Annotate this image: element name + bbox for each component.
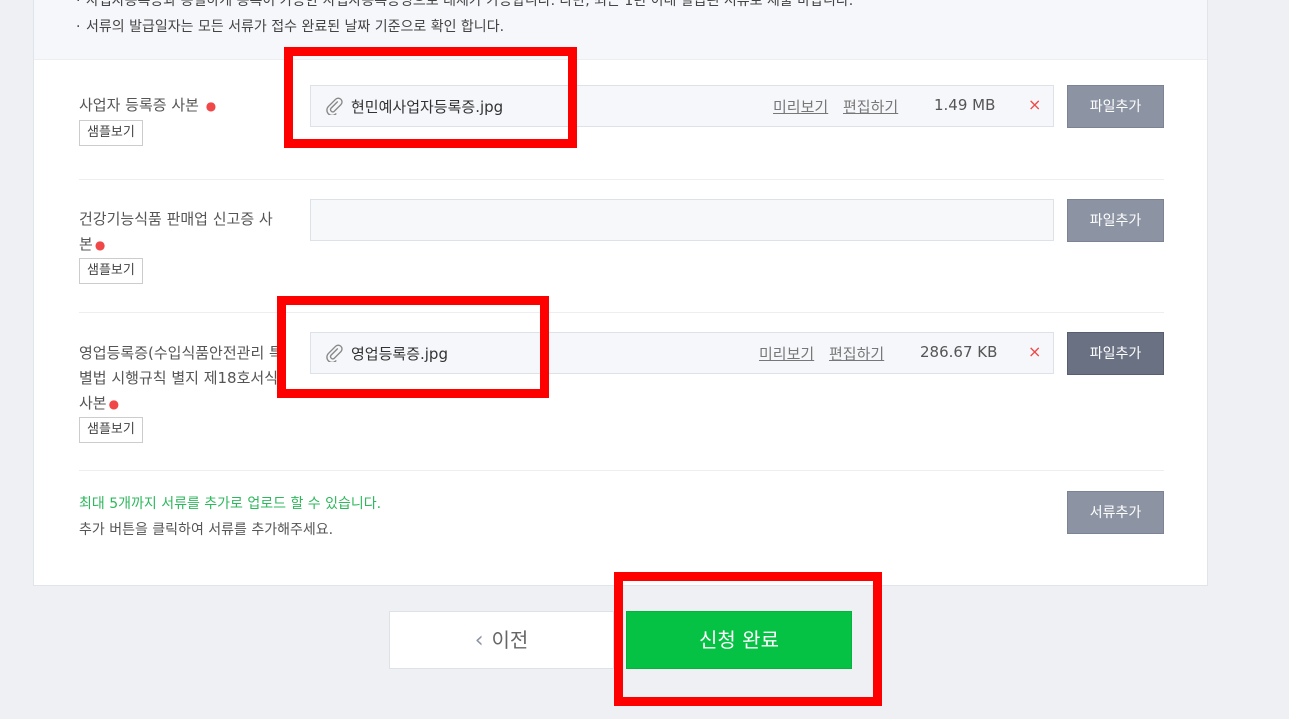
required-mark: ● (94, 238, 106, 252)
label-text: 사본 (79, 394, 107, 412)
notice-text-1: 사업자등록증과 동일하게 등록이 가능한 사업자등록증명으로 대체가 가능합니다… (86, 0, 854, 9)
label-text: 별법 시행규칙 별지 제18호서식) (79, 369, 284, 387)
add-file-button[interactable]: 파일추가 (1067, 332, 1164, 375)
file-name: 영업등록증.jpg (351, 345, 448, 363)
paperclip-icon (326, 344, 343, 362)
preview-link[interactable]: 미리보기 (773, 96, 828, 117)
label-text: 건강기능식품 판매업 신고증 사 (79, 210, 273, 228)
file-size: 286.67 KB (920, 343, 998, 361)
add-document-button[interactable]: 서류추가 (1067, 491, 1164, 534)
file-box-business-permit: 영업등록증.jpg 미리보기 편집하기 286.67 KB × (310, 332, 1054, 374)
health-food-permit-label: 건강기능식품 판매업 신고증 사 본 ● (79, 207, 299, 258)
previous-button[interactable]: ‹ 이전 (389, 611, 614, 669)
row-divider (79, 470, 1164, 471)
label-text: 사업자 등록증 사본 (79, 96, 199, 114)
add-file-button[interactable]: 파일추가 (1067, 85, 1164, 128)
notice-line-issue-date: · 서류의 발급일자는 모든 서류가 접수 완료된 날짜 기준으로 확인 합니다. (76, 19, 505, 35)
sample-view-button[interactable]: 샘플보기 (79, 258, 143, 284)
paperclip-icon (326, 97, 343, 115)
chevron-left-icon: ‹ (474, 628, 484, 653)
row-divider (79, 179, 1164, 180)
document-upload-card: · 사업자등록증과 동일하게 등록이 가능한 사업자등록증명으로 대체가 가능합니… (33, 0, 1208, 586)
max-documents-notice: 최대 5개까지 서류를 추가로 업로드 할 수 있습니다. (79, 496, 382, 512)
row-divider (79, 312, 1164, 313)
delete-file-icon[interactable]: × (1028, 95, 1041, 114)
business-permit-label: 영업등록증(수입식품안전관리 특 별법 시행규칙 별지 제18호서식) 사본 ● (79, 341, 299, 417)
sample-view-button[interactable]: 샘플보기 (79, 120, 143, 146)
label-text: 본 (79, 235, 93, 253)
delete-file-icon[interactable]: × (1028, 342, 1041, 361)
submit-application-button[interactable]: 신청 완료 (626, 611, 852, 669)
business-registration-label: 사업자 등록증 사본 ● (79, 93, 299, 119)
file-box-business-registration: 현민예사업자등록증.jpg 미리보기 편집하기 1.49 MB × (310, 85, 1054, 127)
add-file-button[interactable]: 파일추가 (1067, 199, 1164, 242)
file-box-health-food-permit[interactable] (310, 199, 1054, 241)
add-documents-hint: 추가 버튼을 클릭하여 서류를 추가해주세요. (79, 522, 334, 538)
previous-label: 이전 (491, 628, 529, 652)
label-text: 영업등록증(수입식품안전관리 특 (79, 344, 283, 362)
sample-view-button[interactable]: 샘플보기 (79, 417, 143, 443)
notice-line-cut: · 사업자등록증과 동일하게 등록이 가능한 사업자등록증명으로 대체가 가능합니… (76, 0, 853, 10)
edit-link[interactable]: 편집하기 (829, 343, 884, 364)
required-mark: ● (108, 397, 120, 411)
required-mark: ● (205, 99, 217, 113)
notice-text-2: 서류의 발급일자는 모든 서류가 접수 완료된 날짜 기준으로 확인 합니다. (86, 19, 505, 35)
file-name: 현민예사업자등록증.jpg (351, 98, 504, 116)
edit-link[interactable]: 편집하기 (843, 96, 898, 117)
file-size: 1.49 MB (934, 96, 996, 114)
preview-link[interactable]: 미리보기 (759, 343, 814, 364)
notice-box: · 사업자등록증과 동일하게 등록이 가능한 사업자등록증명으로 대체가 가능합니… (34, 0, 1207, 60)
